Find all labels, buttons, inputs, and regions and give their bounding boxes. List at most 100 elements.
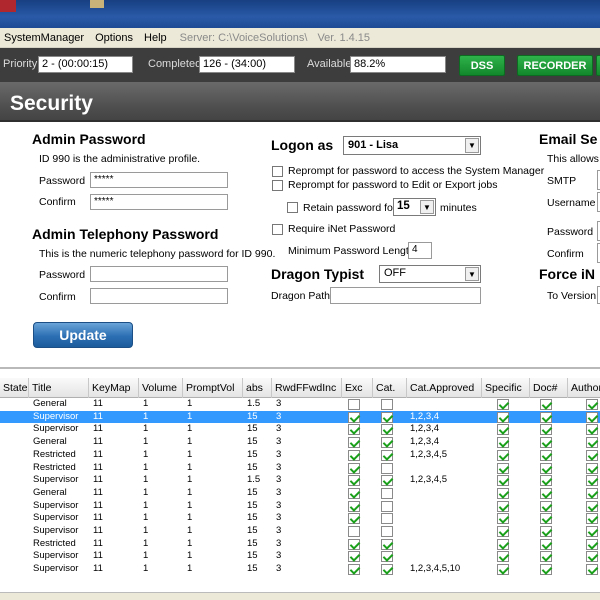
table-row[interactable]: Supervisor 11 1 1 1.5 3 1,2,3,4,5 bbox=[0, 474, 600, 487]
doc-checkbox[interactable] bbox=[540, 526, 552, 537]
table-row[interactable]: Restricted 11 1 1 15 3 bbox=[0, 462, 600, 475]
require-inet-checkbox[interactable] bbox=[272, 224, 283, 235]
column-header[interactable]: Cat.Approved bbox=[407, 378, 482, 398]
doc-checkbox[interactable] bbox=[540, 487, 552, 499]
exc-checkbox[interactable] bbox=[348, 500, 360, 512]
recorder-button[interactable]: RECORDER bbox=[517, 55, 593, 76]
update-button[interactable]: Update bbox=[33, 322, 133, 348]
min-length-input[interactable]: 4 bbox=[408, 242, 432, 259]
exc-checkbox[interactable] bbox=[348, 526, 360, 537]
table-row[interactable]: Supervisor 11 1 1 15 3 1,2,3,4 bbox=[0, 423, 600, 436]
column-header[interactable]: Author bbox=[568, 378, 600, 398]
specific-checkbox[interactable] bbox=[497, 449, 509, 461]
cat-checkbox[interactable] bbox=[381, 424, 393, 436]
specific-checkbox[interactable] bbox=[497, 526, 509, 537]
author-checkbox[interactable] bbox=[586, 399, 598, 410]
dragon-typist-select[interactable]: OFF ▼ bbox=[379, 265, 481, 283]
column-header[interactable]: RwdFFwdInc bbox=[272, 378, 342, 398]
doc-checkbox[interactable] bbox=[540, 564, 552, 576]
table-row[interactable]: General 11 1 1 15 3 bbox=[0, 487, 600, 500]
exc-checkbox[interactable] bbox=[348, 487, 360, 499]
table-row[interactable]: Supervisor 11 1 1 15 3 1,2,3,4,5,10 bbox=[0, 563, 600, 576]
retain-password-checkbox[interactable] bbox=[287, 202, 298, 213]
exc-checkbox[interactable] bbox=[348, 449, 360, 461]
author-checkbox[interactable] bbox=[586, 551, 598, 563]
cat-checkbox[interactable] bbox=[381, 399, 393, 410]
exc-checkbox[interactable] bbox=[348, 513, 360, 525]
toolbar-next-button[interactable] bbox=[596, 55, 600, 76]
exc-checkbox[interactable] bbox=[348, 399, 360, 410]
doc-checkbox[interactable] bbox=[540, 475, 552, 487]
author-checkbox[interactable] bbox=[586, 424, 598, 436]
exc-checkbox[interactable] bbox=[348, 411, 360, 423]
table-row[interactable]: Supervisor 11 1 1 15 3 bbox=[0, 525, 600, 538]
column-header[interactable]: Title bbox=[29, 378, 89, 398]
table-row[interactable]: Supervisor 11 1 1 15 3 bbox=[0, 512, 600, 525]
author-checkbox[interactable] bbox=[586, 475, 598, 487]
exc-checkbox[interactable] bbox=[348, 437, 360, 449]
cat-checkbox[interactable] bbox=[381, 487, 393, 499]
telephony-password-input[interactable] bbox=[90, 266, 228, 282]
exc-checkbox[interactable] bbox=[348, 564, 360, 576]
doc-checkbox[interactable] bbox=[540, 437, 552, 449]
specific-checkbox[interactable] bbox=[497, 399, 509, 410]
cat-checkbox[interactable] bbox=[381, 551, 393, 563]
exc-checkbox[interactable] bbox=[348, 424, 360, 436]
author-checkbox[interactable] bbox=[586, 538, 598, 550]
doc-checkbox[interactable] bbox=[540, 551, 552, 563]
dragon-path-input[interactable] bbox=[330, 287, 481, 304]
doc-checkbox[interactable] bbox=[540, 513, 552, 525]
specific-checkbox[interactable] bbox=[497, 538, 509, 550]
specific-checkbox[interactable] bbox=[497, 513, 509, 525]
cat-checkbox[interactable] bbox=[381, 564, 393, 576]
menu-options[interactable]: Options bbox=[95, 32, 133, 44]
specific-checkbox[interactable] bbox=[497, 487, 509, 499]
cat-checkbox[interactable] bbox=[381, 500, 393, 512]
cat-checkbox[interactable] bbox=[381, 526, 393, 537]
cat-checkbox[interactable] bbox=[381, 437, 393, 449]
column-header[interactable]: Exc bbox=[342, 378, 373, 398]
table-row[interactable]: General 11 1 1 15 3 1,2,3,4 bbox=[0, 436, 600, 449]
author-checkbox[interactable] bbox=[586, 487, 598, 499]
column-header[interactable]: PromptVol bbox=[183, 378, 243, 398]
specific-checkbox[interactable] bbox=[497, 500, 509, 512]
menu-systemmanager[interactable]: SystemManager bbox=[4, 32, 84, 44]
table-row[interactable]: General 11 1 1 1.5 3 bbox=[0, 398, 600, 411]
logon-user-select[interactable]: 901 - Lisa ▼ bbox=[343, 136, 481, 155]
table-row[interactable]: Supervisor 11 1 1 15 3 bbox=[0, 500, 600, 513]
author-checkbox[interactable] bbox=[586, 411, 598, 423]
menu-help[interactable]: Help bbox=[144, 32, 167, 44]
author-checkbox[interactable] bbox=[586, 513, 598, 525]
specific-checkbox[interactable] bbox=[497, 564, 509, 576]
specific-checkbox[interactable] bbox=[497, 411, 509, 423]
cat-checkbox[interactable] bbox=[381, 513, 393, 525]
table-row[interactable]: Supervisor 11 1 1 15 3 1,2,3,4 bbox=[0, 410, 600, 424]
reprompt-access-checkbox[interactable] bbox=[272, 166, 283, 177]
column-header[interactable]: Cat. bbox=[373, 378, 407, 398]
author-checkbox[interactable] bbox=[586, 449, 598, 461]
admin-password-input[interactable]: ***** bbox=[90, 172, 228, 188]
author-checkbox[interactable] bbox=[586, 526, 598, 537]
dss-button[interactable]: DSS bbox=[459, 55, 505, 76]
cat-checkbox[interactable] bbox=[381, 449, 393, 461]
specific-checkbox[interactable] bbox=[497, 424, 509, 436]
exc-checkbox[interactable] bbox=[348, 551, 360, 563]
reprompt-edit-checkbox[interactable] bbox=[272, 180, 283, 191]
doc-checkbox[interactable] bbox=[540, 399, 552, 410]
doc-checkbox[interactable] bbox=[540, 411, 552, 423]
doc-checkbox[interactable] bbox=[540, 449, 552, 461]
column-header[interactable]: abs bbox=[243, 378, 272, 398]
specific-checkbox[interactable] bbox=[497, 475, 509, 487]
cat-checkbox[interactable] bbox=[381, 462, 393, 474]
cat-checkbox[interactable] bbox=[381, 475, 393, 487]
doc-checkbox[interactable] bbox=[540, 500, 552, 512]
exc-checkbox[interactable] bbox=[348, 462, 360, 474]
doc-checkbox[interactable] bbox=[540, 462, 552, 474]
specific-checkbox[interactable] bbox=[497, 462, 509, 474]
author-checkbox[interactable] bbox=[586, 500, 598, 512]
author-checkbox[interactable] bbox=[586, 437, 598, 449]
telephony-confirm-input[interactable] bbox=[90, 288, 228, 304]
column-header[interactable]: KeyMap bbox=[89, 378, 139, 398]
column-header[interactable]: Specific bbox=[482, 378, 530, 398]
cat-checkbox[interactable] bbox=[381, 411, 393, 423]
